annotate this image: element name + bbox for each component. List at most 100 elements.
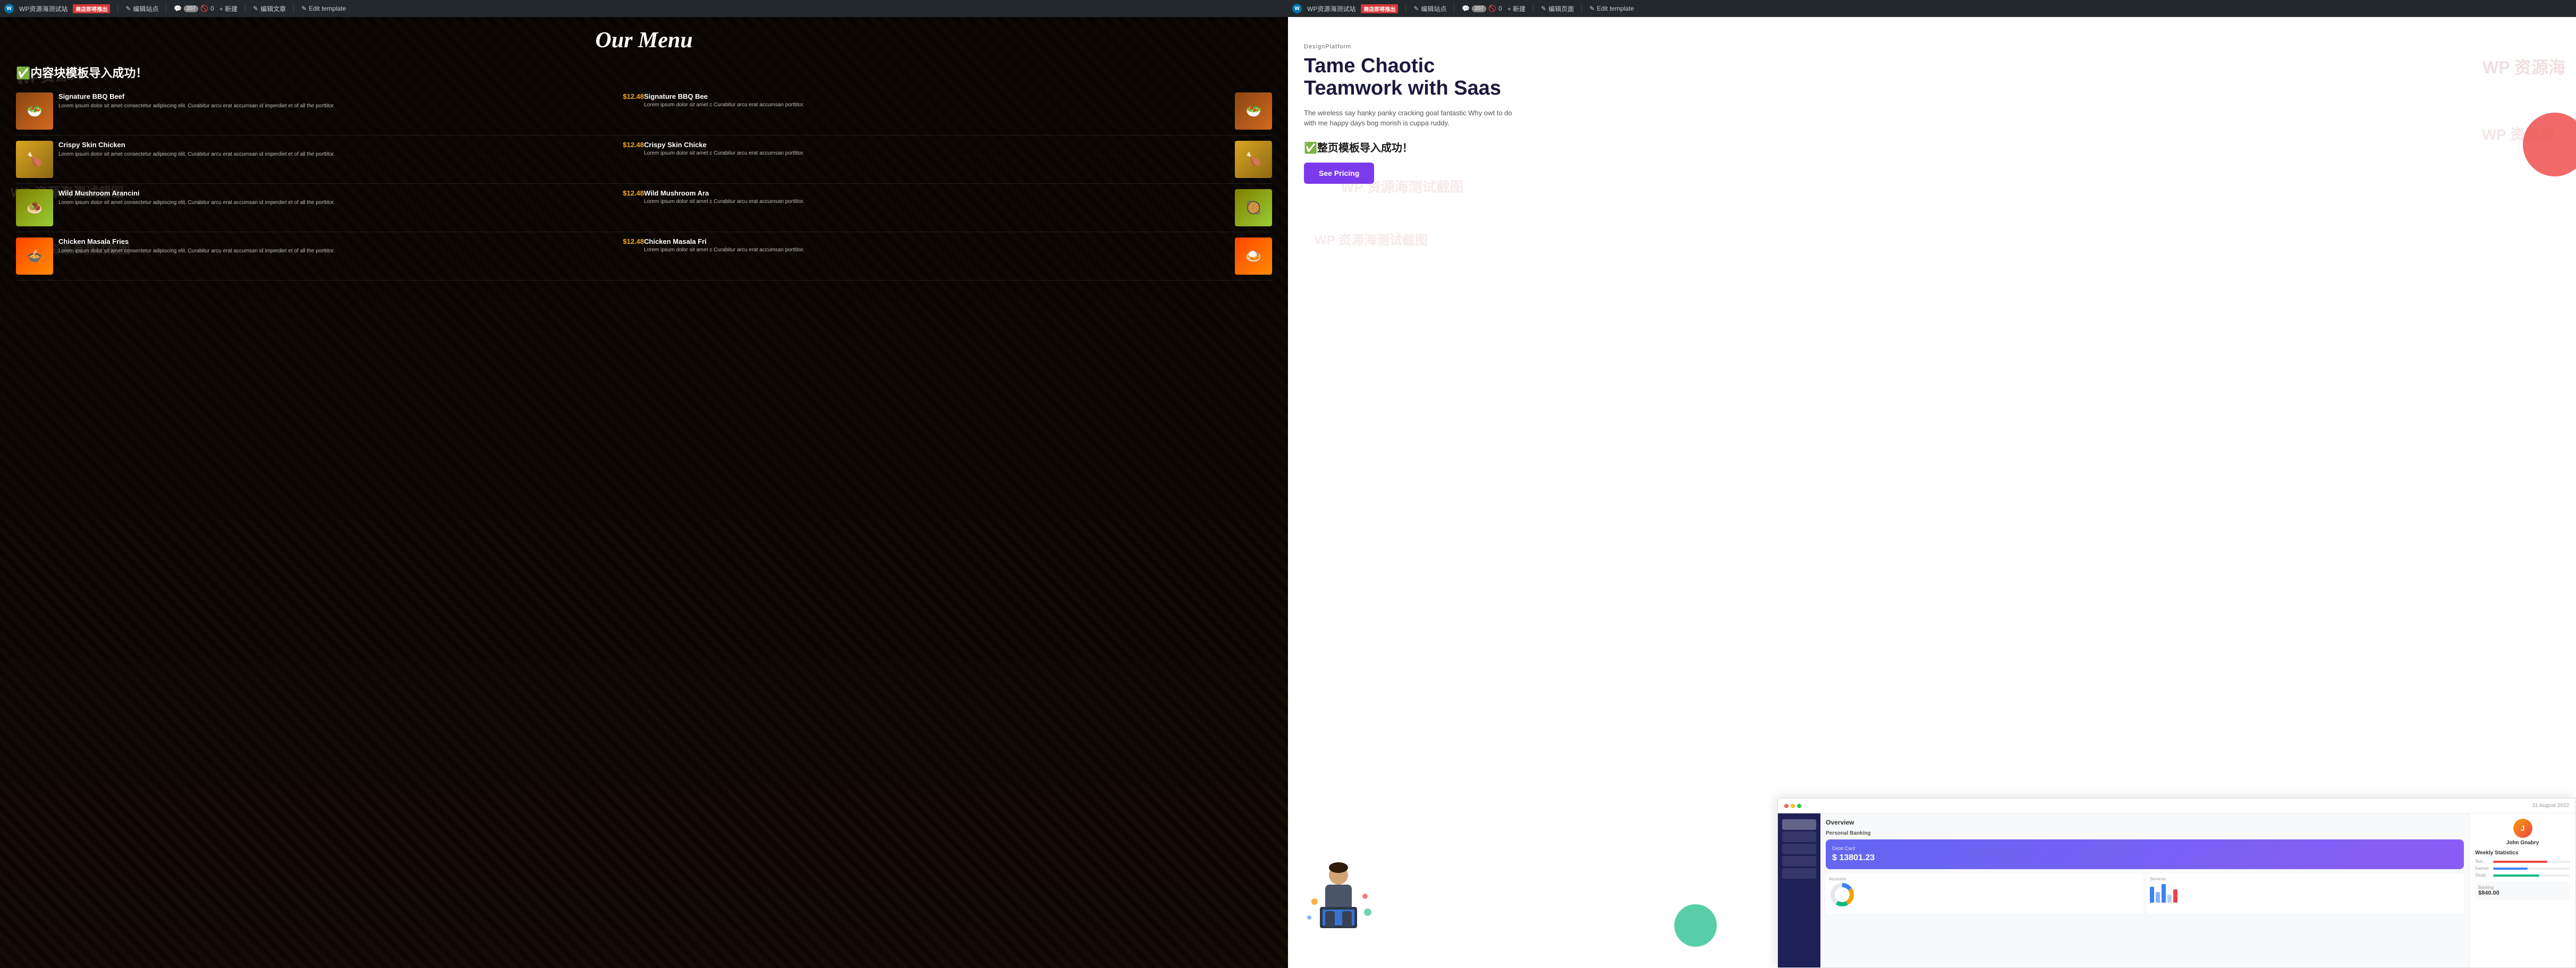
sidebar-item-settings[interactable] (1782, 868, 1816, 879)
edit-page-icon: ✎ (1541, 5, 1546, 12)
new-left[interactable]: + 新建 (219, 4, 238, 13)
item-name-3: Wild Mushroom Arancini (58, 189, 140, 197)
item-name-4: Chicken Masala Fries (58, 237, 129, 245)
item-name-2: Crispy Skin Chicken (58, 141, 125, 149)
item-desc-1r: Lorem ipsum dolor sit amet c Curabitur a… (644, 101, 1230, 108)
item-desc-4: Lorem ipsum dolor sit amet consectetur a… (58, 248, 644, 254)
sidebar-item-sectors[interactable] (1782, 856, 1816, 867)
saas-title: Tame Chaotic Teamwork with Saas (1304, 55, 2560, 100)
site-badge-left: 商店即将推出 (73, 4, 110, 13)
stat-label-taxi: Taxi (2475, 859, 2491, 864)
illustration-area (1304, 859, 1373, 936)
site-name-right[interactable]: WP资源海测试站 (1307, 4, 1355, 13)
saas-content: WP 资源海 WP 资源海 WP 资源海测试截图 WP 资源海测试截图 Desi… (1288, 17, 2576, 968)
divider-1 (117, 4, 118, 13)
edit-template-icon-left: ✎ (301, 5, 307, 12)
new-right[interactable]: + 新建 (1507, 4, 1526, 13)
menu-item-header-r1: Signature BBQ Bee (644, 92, 1230, 101)
menu-item-header-chicken: Crispy Skin Chicken $12.48 (58, 141, 644, 151)
menu-item-img-bbq-r: 🥗 (1235, 92, 1272, 130)
mockup-sidebar (1778, 813, 1820, 968)
food-img-masala: 🍲 (16, 237, 53, 275)
stat-label-services: Services (2150, 877, 2461, 881)
dot-green (1797, 804, 1801, 808)
banking-widget: Banking $840.00 (2475, 882, 2570, 899)
food-img-chicken-r: 🍗 (1235, 141, 1272, 178)
item-desc-3r: Lorem ipsum dolor sit amet c Curabitur a… (644, 198, 1230, 205)
menu-item-header-masala: Chicken Masala Fries $12.48 (58, 237, 644, 248)
site-name-left[interactable]: WP资源海测试站 (19, 4, 67, 13)
saas-watermark-4: WP 资源海测试截图 (1315, 230, 1428, 248)
stat-row-games: Games (2475, 866, 2570, 871)
menu-item-masala-r: Chicken Masala Fri Lorem ipsum dolor sit… (644, 232, 1272, 281)
pending-left: 🚫 (200, 5, 208, 12)
food-img-bbq-r: 🥗 (1235, 92, 1272, 130)
stats-row: Accounts Services (1826, 873, 2464, 914)
stat-fill-study (2493, 874, 2539, 877)
edit-article-icon: ✎ (253, 5, 258, 12)
menu-item-header: Signature BBQ Beef $12.48 (58, 92, 644, 103)
wp-icon-left: W (4, 4, 14, 13)
food-img-mushroom-r: 🥘 (1235, 189, 1272, 226)
saas-title-line1: Tame Chaotic (1304, 55, 1435, 77)
menu-item-chicken: 🍗 Crispy Skin Chicken $12.48 Lorem ipsum… (16, 135, 644, 184)
stat-fill-taxi (2493, 861, 2547, 863)
edit-template-left[interactable]: ✎ Edit template (301, 5, 346, 12)
menu-item-img-masala-r: 🍛 (1235, 237, 1272, 275)
dot-red (1784, 804, 1789, 808)
menu-item-header-mushroom: Wild Mushroom Arancini $12.48 (58, 189, 644, 199)
weekly-stats-title: Weekly Statistics (2475, 850, 2570, 856)
item-name-4r: Chicken Masala Fri (644, 237, 707, 245)
banking-label: Banking (2478, 885, 2567, 890)
stat-track-study (2493, 874, 2570, 877)
mockup-right-panel: J John Gnabry Weekly Statistics Taxi (2469, 813, 2575, 968)
food-img-bbq: 🥗 (16, 92, 53, 130)
comments-left[interactable]: 💬 207 🚫 0 (174, 5, 214, 12)
see-pricing-button[interactable]: See Pricing (1304, 163, 1374, 184)
edit-site-right[interactable]: ✎ 编辑站点 (1413, 4, 1446, 13)
comment-icon-left: 💬 (174, 5, 182, 12)
menu-item-masala: 🍲 Chicken Masala Fries $12.48 Lorem ipsu… (16, 232, 644, 281)
debit-card: Debit Card $ 13801.23 (1826, 839, 2464, 869)
menu-item-img-chicken-r: 🍗 (1235, 141, 1272, 178)
sidebar-item-consolidations[interactable] (1782, 844, 1816, 854)
edit-site-left[interactable]: ✎ 编辑站点 (125, 4, 158, 13)
menu-content: Our Menu ✅内容块模板导入成功！ 🥗 Signature BBQ Bee… (0, 17, 1288, 291)
mockup-body: Overview Personal Banking Debit Card $ 1… (1778, 813, 2575, 968)
item-desc-3: Lorem ipsum dolor sit amet consectetur a… (58, 199, 644, 206)
menu-item-info-bbq: Signature BBQ Beef $12.48 Lorem ipsum do… (58, 92, 644, 109)
person-svg (1304, 859, 1373, 933)
stat-row-taxi: Taxi (2475, 859, 2570, 864)
item-desc-2r: Lorem ipsum dolor sit amet c Curabitur a… (644, 150, 1230, 157)
wp-logo-right[interactable]: W (1292, 4, 1302, 13)
stat-row-study: Study (2475, 873, 2570, 878)
stat-label-study: Study (2475, 873, 2491, 878)
menu-item-img-bbq: 🥗 (16, 92, 53, 130)
menu-title: Our Menu (16, 28, 1272, 53)
edit-template-icon-right: ✎ (1589, 5, 1595, 12)
sidebar-item-reports[interactable] (1782, 831, 1816, 842)
sidebar-item-dashboard[interactable] (1782, 819, 1816, 830)
right-panel: WP 资源海 WP 资源海 WP 资源海测试截图 WP 资源海测试截图 Desi… (1288, 17, 2576, 968)
edit-article-left[interactable]: ✎ 编辑文章 (253, 4, 286, 13)
edit-template-right[interactable]: ✎ Edit template (1589, 5, 1634, 12)
see-pricing-area: See Pricing (1304, 163, 2560, 194)
divider-4 (293, 4, 294, 13)
menu-grid: 🥗 Signature BBQ Beef $12.48 Lorem ipsum … (16, 87, 1272, 281)
comments-right[interactable]: 💬 207 🚫 0 (1462, 5, 1502, 12)
menu-item: 🥗 Signature BBQ Beef $12.48 Lorem ipsum … (16, 87, 644, 135)
stat-box-accounts: Accounts (1826, 873, 2143, 914)
wp-logo-left[interactable]: W (4, 4, 14, 13)
mockup-header: 31 August 2022 (1778, 799, 2575, 813)
divider-r1 (1405, 4, 1406, 13)
deco-circle-green (1674, 904, 1717, 947)
card-amount: $ 13801.23 (1832, 853, 2458, 863)
mockup-main: Overview Personal Banking Debit Card $ 1… (1820, 813, 2469, 968)
edit-page-right[interactable]: ✎ 编辑页面 (1541, 4, 1574, 13)
menu-item-info-masala: Chicken Masala Fries $12.48 Lorem ipsum … (58, 237, 644, 254)
stat-fill-games (2493, 868, 2528, 870)
user-name: John Gnabry (2475, 840, 2570, 846)
menu-item-chicken-r: Crispy Skin Chicke Lorem ipsum dolor sit… (644, 135, 1272, 184)
dot-yellow (1791, 804, 1795, 808)
menu-item-info-mushroom-r: Wild Mushroom Ara Lorem ipsum dolor sit … (644, 189, 1230, 205)
